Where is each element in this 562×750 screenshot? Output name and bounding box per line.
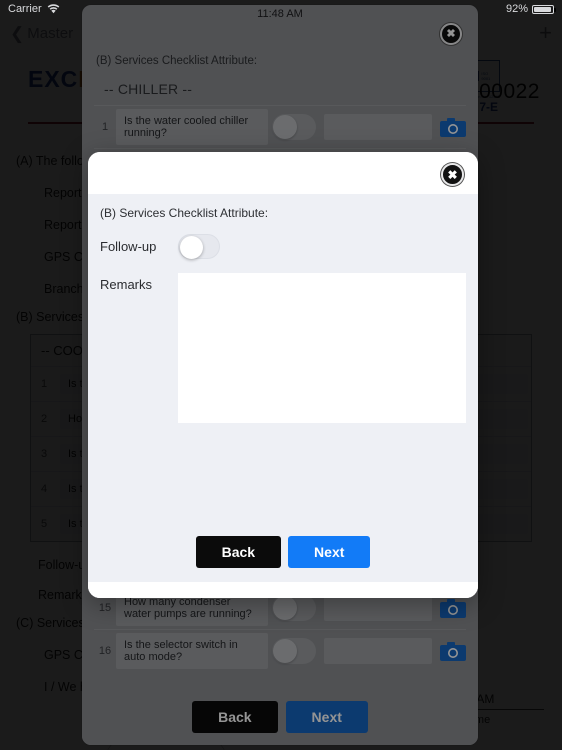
modal-title: (B) Services Checklist Attribute: <box>100 206 269 220</box>
followup-field-row: Follow-up <box>88 220 478 259</box>
next-button[interactable]: Next <box>288 536 371 568</box>
status-bar-left: Carrier <box>8 3 60 15</box>
status-bar: Carrier 92% <box>0 0 562 18</box>
modal-body: (B) Services Checklist Attribute: Follow… <box>88 194 478 598</box>
app-screen: ❮ Master + EXCEL CERTIFIEDMANAGEMENTSYST… <box>0 0 562 750</box>
modal-spacer <box>88 423 478 536</box>
battery-icon <box>532 4 556 14</box>
battery-percent-label: 92% <box>505 3 528 15</box>
remarks-input[interactable] <box>178 273 466 423</box>
carrier-label: Carrier <box>8 3 42 15</box>
modal-bottom-strip <box>88 582 478 598</box>
back-button[interactable]: Back <box>195 536 282 568</box>
followup-label: Follow-up <box>100 239 157 254</box>
close-modal-button[interactable]: ✖ <box>441 163 464 186</box>
modal-footer: Back Next <box>88 536 478 582</box>
wifi-icon <box>47 4 59 14</box>
followup-remarks-modal: ✖ (B) Services Checklist Attribute: Foll… <box>88 152 478 598</box>
modal-header: ✖ <box>88 152 478 194</box>
remarks-label: Remarks <box>100 277 153 292</box>
close-icon: ✖ <box>441 163 464 186</box>
remarks-field-row: Remarks <box>88 259 478 423</box>
status-bar-right: 92% <box>505 3 556 15</box>
followup-toggle[interactable] <box>178 234 220 259</box>
